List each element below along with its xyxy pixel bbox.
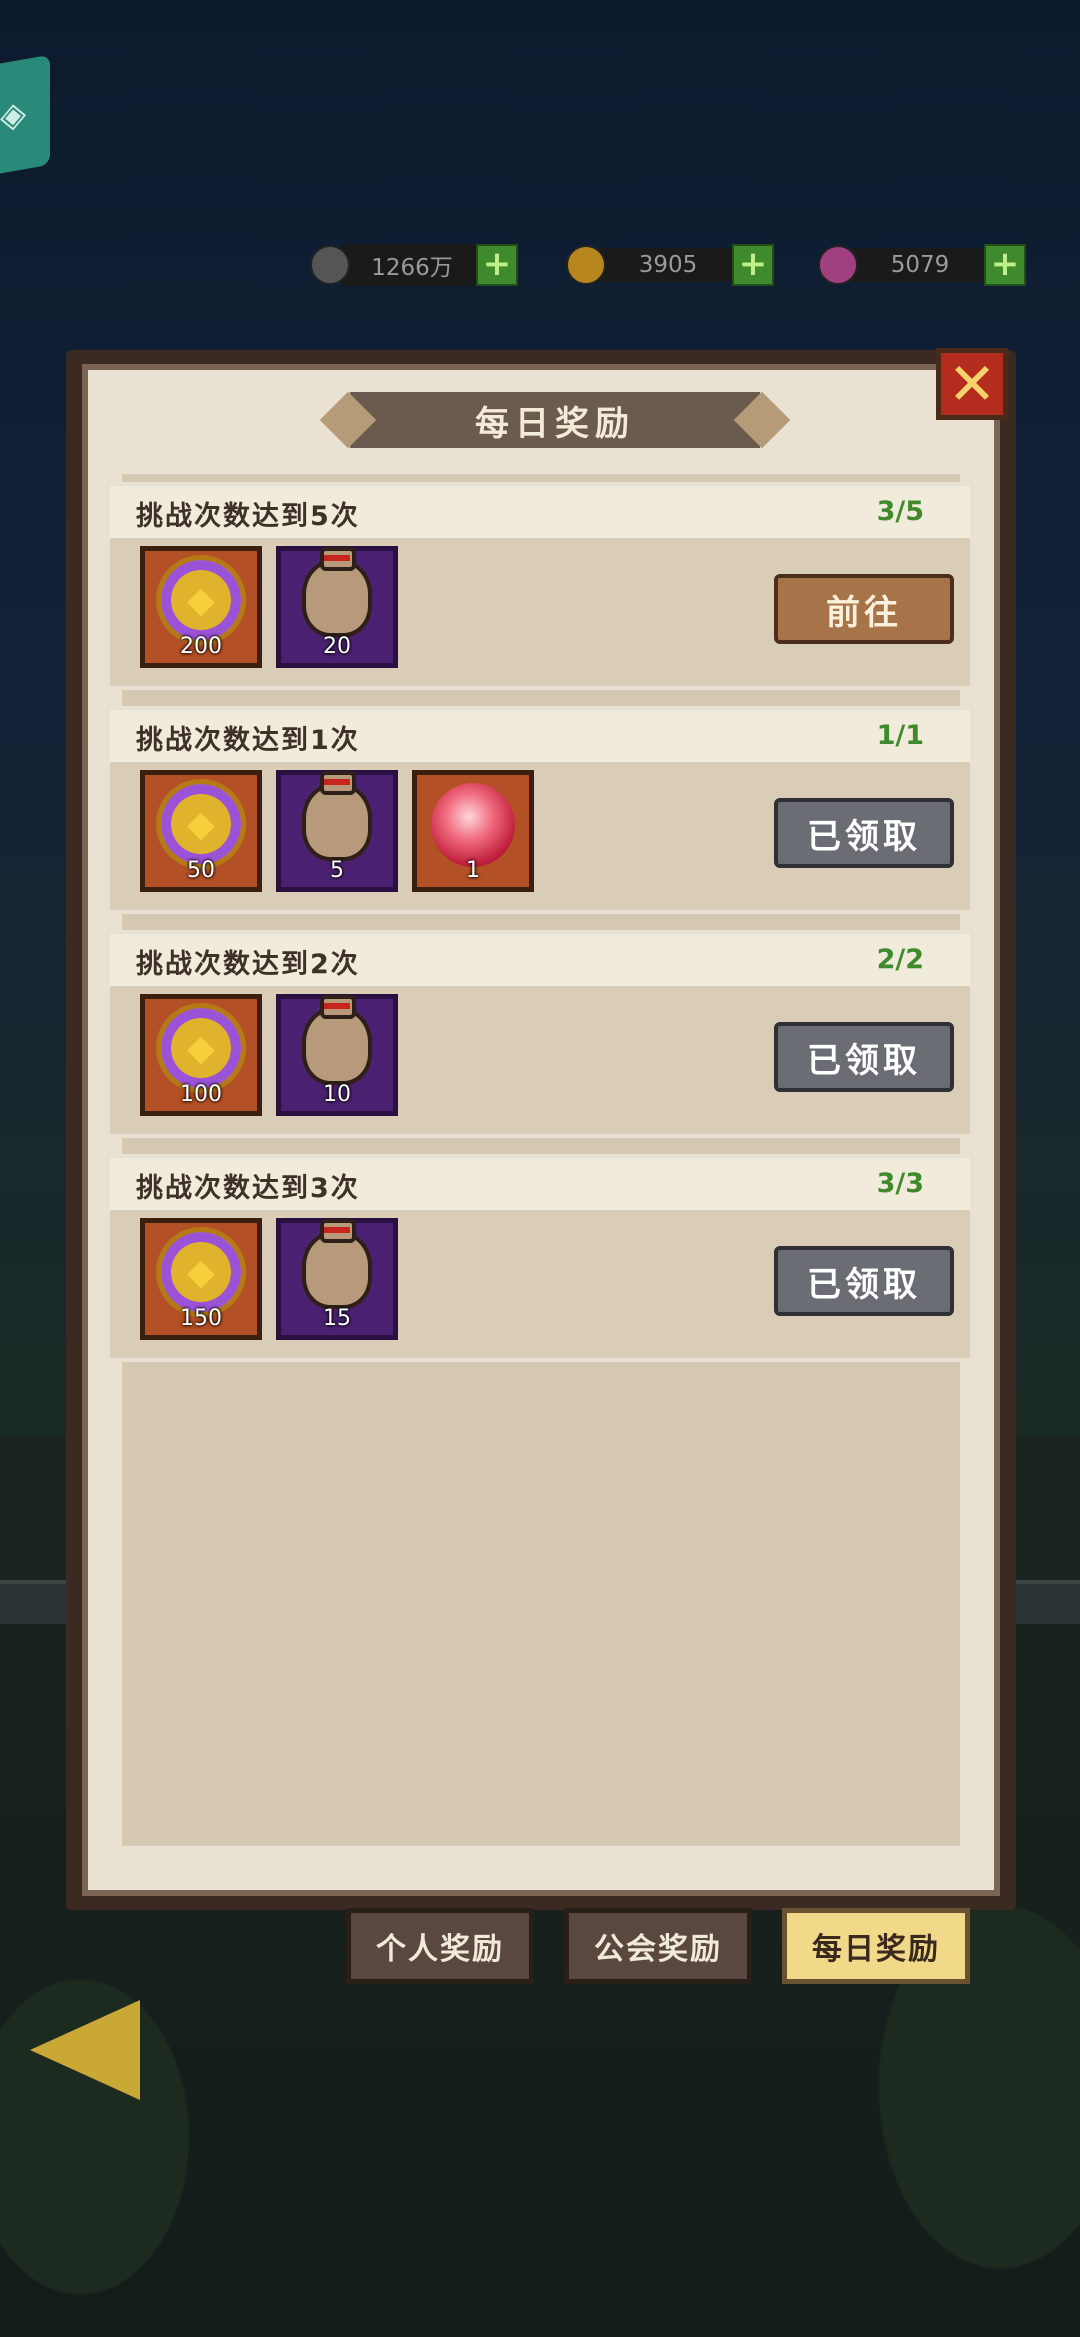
task-header: 挑战次数达到3次 3/3: [110, 1158, 970, 1210]
purple-coin-icon: ◆: [156, 555, 246, 645]
add-gem-button[interactable]: +: [984, 244, 1026, 286]
claimed-button[interactable]: 已领取: [774, 798, 954, 868]
reward-items: ◆ 200 20: [140, 546, 398, 668]
task-name: 挑战次数达到1次: [136, 725, 360, 756]
reward-item[interactable]: 1: [412, 770, 534, 892]
reward-item[interactable]: 5: [276, 770, 398, 892]
gold-coin-icon: [566, 245, 606, 285]
bag-icon: [302, 771, 372, 861]
item-qty: 200: [180, 634, 222, 659]
task-row: 挑战次数达到2次 2/2 ◆ 100 10 已领取: [106, 930, 974, 1138]
task-progress: 2/2: [876, 944, 924, 975]
back-arrow-icon[interactable]: [30, 2000, 140, 2100]
tab-guild-reward[interactable]: 公会奖励: [564, 1908, 752, 1984]
task-header: 挑战次数达到1次 1/1: [110, 710, 970, 762]
tab-personal-reward[interactable]: 个人奖励: [346, 1908, 534, 1984]
task-row: 挑战次数达到1次 1/1 ◆ 50 5 1 已领取: [106, 706, 974, 914]
bag-icon: [302, 1219, 372, 1309]
item-qty: 50: [187, 858, 215, 883]
gem-icon: [818, 245, 858, 285]
gamepad-button[interactable]: ◈: [0, 54, 50, 176]
red-orb-icon: [431, 783, 515, 867]
silver-coin-icon: [310, 245, 350, 285]
close-button[interactable]: ✕: [936, 348, 1008, 420]
bag-icon: [302, 547, 372, 637]
task-header: 挑战次数达到2次 2/2: [110, 934, 970, 986]
task-header: 挑战次数达到5次 3/5: [110, 486, 970, 538]
task-row: 挑战次数达到3次 3/3 ◆ 150 15 已领取: [106, 1154, 974, 1362]
bag-icon: [302, 995, 372, 1085]
reward-tabs: 个人奖励 公会奖励 每日奖励: [346, 1908, 970, 1984]
purple-coin-icon: ◆: [156, 1227, 246, 1317]
reward-item[interactable]: 20: [276, 546, 398, 668]
item-qty: 15: [323, 1306, 351, 1331]
go-button[interactable]: 前往: [774, 574, 954, 644]
item-qty: 1: [466, 858, 480, 883]
reward-items: ◆ 150 15: [140, 1218, 398, 1340]
resource-value: 1266万: [342, 244, 476, 286]
task-name: 挑战次数达到5次: [136, 501, 360, 532]
resource-value: 3905: [598, 248, 732, 282]
add-silver-button[interactable]: +: [476, 244, 518, 286]
resource-value: 5079: [850, 248, 984, 282]
reward-item[interactable]: ◆ 200: [140, 546, 262, 668]
resource-silver: 1266万 +: [310, 244, 518, 286]
resource-gold: 3905 +: [566, 244, 774, 286]
claimed-button[interactable]: 已领取: [774, 1246, 954, 1316]
purple-coin-icon: ◆: [156, 779, 246, 869]
tab-daily-reward[interactable]: 每日奖励: [782, 1908, 970, 1984]
task-name: 挑战次数达到3次: [136, 1173, 360, 1204]
item-qty: 20: [323, 634, 351, 659]
item-qty: 150: [180, 1306, 222, 1331]
reward-items: ◆ 50 5 1: [140, 770, 534, 892]
reward-item[interactable]: ◆ 100: [140, 994, 262, 1116]
task-row: 挑战次数达到5次 3/5 ◆ 200 20 前往: [106, 482, 974, 690]
reward-item[interactable]: 15: [276, 1218, 398, 1340]
reward-item[interactable]: ◆ 150: [140, 1218, 262, 1340]
reward-item[interactable]: 10: [276, 994, 398, 1116]
task-progress: 1/1: [876, 720, 924, 751]
resource-gem: 5079 +: [818, 244, 1026, 286]
reward-items: ◆ 100 10: [140, 994, 398, 1116]
purple-coin-icon: ◆: [156, 1003, 246, 1093]
gamepad-icon: ◈: [0, 92, 27, 138]
task-name: 挑战次数达到2次: [136, 949, 360, 980]
task-progress: 3/5: [876, 496, 924, 527]
item-qty: 5: [330, 858, 344, 883]
claimed-button[interactable]: 已领取: [774, 1022, 954, 1092]
panel-title: 每日奖励: [350, 392, 760, 448]
item-qty: 100: [180, 1082, 222, 1107]
item-qty: 10: [323, 1082, 351, 1107]
task-progress: 3/3: [876, 1168, 924, 1199]
reward-item[interactable]: ◆ 50: [140, 770, 262, 892]
add-gold-button[interactable]: +: [732, 244, 774, 286]
